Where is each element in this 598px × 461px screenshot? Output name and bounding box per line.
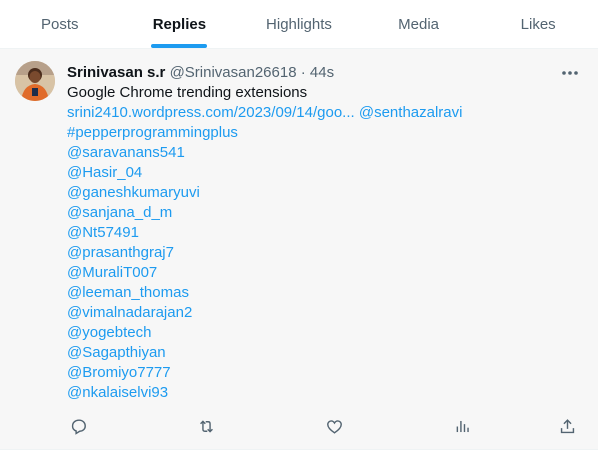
tweet-actions bbox=[67, 415, 577, 437]
like-button[interactable] bbox=[323, 415, 345, 437]
tweet-text-line: Google Chrome trending extensions bbox=[67, 84, 308, 101]
mention-link[interactable]: @leeman_thomas bbox=[67, 284, 189, 301]
hashtag-link[interactable]: #pepperprogrammingplus bbox=[67, 124, 238, 141]
mention-link[interactable]: @sanjana_d_m bbox=[67, 204, 172, 221]
reply-icon bbox=[71, 418, 86, 435]
tweet-text: Google Chrome trending extensions srini2… bbox=[67, 83, 567, 403]
tab-media[interactable]: Media bbox=[359, 0, 479, 48]
tab-likes[interactable]: Likes bbox=[478, 0, 598, 48]
tweet[interactable]: Srinivasan s.r @Srinivasan26618 · 44s Go… bbox=[0, 49, 598, 449]
mention-link[interactable]: @ganeshkumaryuvi bbox=[67, 184, 200, 201]
share-icon bbox=[560, 418, 574, 433]
views-button[interactable] bbox=[451, 415, 473, 437]
mention-link[interactable]: @vimalnadarajan2 bbox=[67, 304, 192, 321]
mention-link[interactable]: @prasanthgraj7 bbox=[67, 244, 174, 261]
author-handle[interactable]: @Srinivasan26618 bbox=[170, 64, 297, 81]
mention-link[interactable]: @nkalaiselvi93 bbox=[67, 384, 168, 401]
tab-posts-label: Posts bbox=[41, 15, 79, 33]
tab-media-label: Media bbox=[398, 15, 439, 33]
tweet-divider bbox=[0, 449, 598, 450]
tweet-body: Srinivasan s.r @Srinivasan26618 · 44s Go… bbox=[67, 63, 567, 403]
tab-highlights-label: Highlights bbox=[266, 15, 332, 33]
tweet-url-link[interactable]: srini2410.wordpress.com/2023/09/14/goo..… bbox=[67, 104, 355, 121]
tab-replies[interactable]: Replies bbox=[120, 0, 240, 48]
tweet-timestamp[interactable]: 44s bbox=[310, 64, 334, 81]
avatar-photo bbox=[15, 61, 55, 101]
tweet-link-line: srini2410.wordpress.com/2023/09/14/goo..… bbox=[67, 103, 567, 123]
mention-link[interactable]: @Bromiyo7777 bbox=[67, 364, 171, 381]
reply-button[interactable] bbox=[67, 415, 89, 437]
tweet-header: Srinivasan s.r @Srinivasan26618 · 44s bbox=[67, 63, 567, 83]
mention-link[interactable]: @senthazalravi bbox=[359, 104, 463, 121]
avatar[interactable] bbox=[15, 61, 55, 101]
tab-posts[interactable]: Posts bbox=[0, 0, 120, 48]
views-icon bbox=[456, 420, 469, 432]
tab-highlights[interactable]: Highlights bbox=[239, 0, 359, 48]
repost-button[interactable] bbox=[195, 415, 217, 437]
mention-link[interactable]: @yogebtech bbox=[67, 324, 151, 341]
like-icon bbox=[326, 419, 342, 434]
mention-link[interactable]: @Nt57491 bbox=[67, 224, 139, 241]
header-separator: · bbox=[300, 64, 306, 81]
tab-likes-label: Likes bbox=[520, 15, 556, 33]
mention-link[interactable]: @saravanans541 bbox=[67, 144, 185, 161]
repost-icon bbox=[199, 419, 213, 433]
mention-link[interactable]: @Hasir_04 bbox=[67, 164, 142, 181]
author-name[interactable]: Srinivasan s.r bbox=[67, 64, 165, 81]
tab-replies-label: Replies bbox=[152, 15, 207, 33]
active-tab-indicator bbox=[151, 44, 208, 48]
more-dots-icon bbox=[562, 71, 578, 75]
profile-tabs: Posts Replies Highlights Media Likes bbox=[0, 0, 598, 49]
share-button[interactable] bbox=[556, 415, 578, 437]
more-options-button[interactable] bbox=[560, 63, 580, 83]
mention-link[interactable]: @MuraliT007 bbox=[67, 264, 157, 281]
mention-link[interactable]: @Sagapthiyan bbox=[67, 344, 166, 361]
